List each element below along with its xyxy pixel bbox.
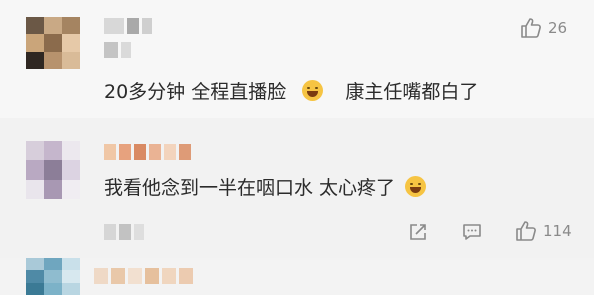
- comment-meta: [104, 224, 144, 240]
- avatar[interactable]: [26, 141, 80, 199]
- comment-text-part: 20多分钟 全程直播脸: [104, 81, 287, 103]
- like-icon: [521, 18, 541, 38]
- share-icon: [410, 224, 426, 240]
- username[interactable]: [104, 18, 152, 34]
- comment-text-part: 康主任嘴都白了: [345, 81, 479, 103]
- reply-button[interactable]: [461, 222, 483, 242]
- comment-text-part: 我看他念到一半在咽口水 太心疼了: [104, 177, 396, 199]
- crying-laughing-emoji: [405, 176, 427, 197]
- laughing-tears-emoji: [302, 80, 324, 101]
- comment-text: 我看他念到一半在咽口水 太心疼了: [104, 176, 428, 200]
- username[interactable]: [94, 268, 193, 284]
- comment-item: [0, 258, 594, 295]
- comment-item: 我看他念到一半在咽口水 太心疼了 114: [0, 118, 594, 258]
- share-button[interactable]: [408, 222, 428, 242]
- username[interactable]: [104, 144, 191, 160]
- like-count: 26: [548, 19, 568, 37]
- avatar[interactable]: [26, 258, 80, 295]
- like-button[interactable]: 114: [515, 220, 572, 242]
- like-button[interactable]: 26: [520, 17, 567, 39]
- comment-item: 26 20多分钟 全程直播脸 康主任嘴都白了: [0, 0, 594, 118]
- comment-meta: [104, 42, 131, 58]
- like-icon: [516, 221, 536, 241]
- comment-text: 20多分钟 全程直播脸 康主任嘴都白了: [104, 80, 478, 104]
- reply-icon: [463, 224, 481, 240]
- like-count: 114: [543, 222, 572, 240]
- avatar[interactable]: [26, 17, 80, 69]
